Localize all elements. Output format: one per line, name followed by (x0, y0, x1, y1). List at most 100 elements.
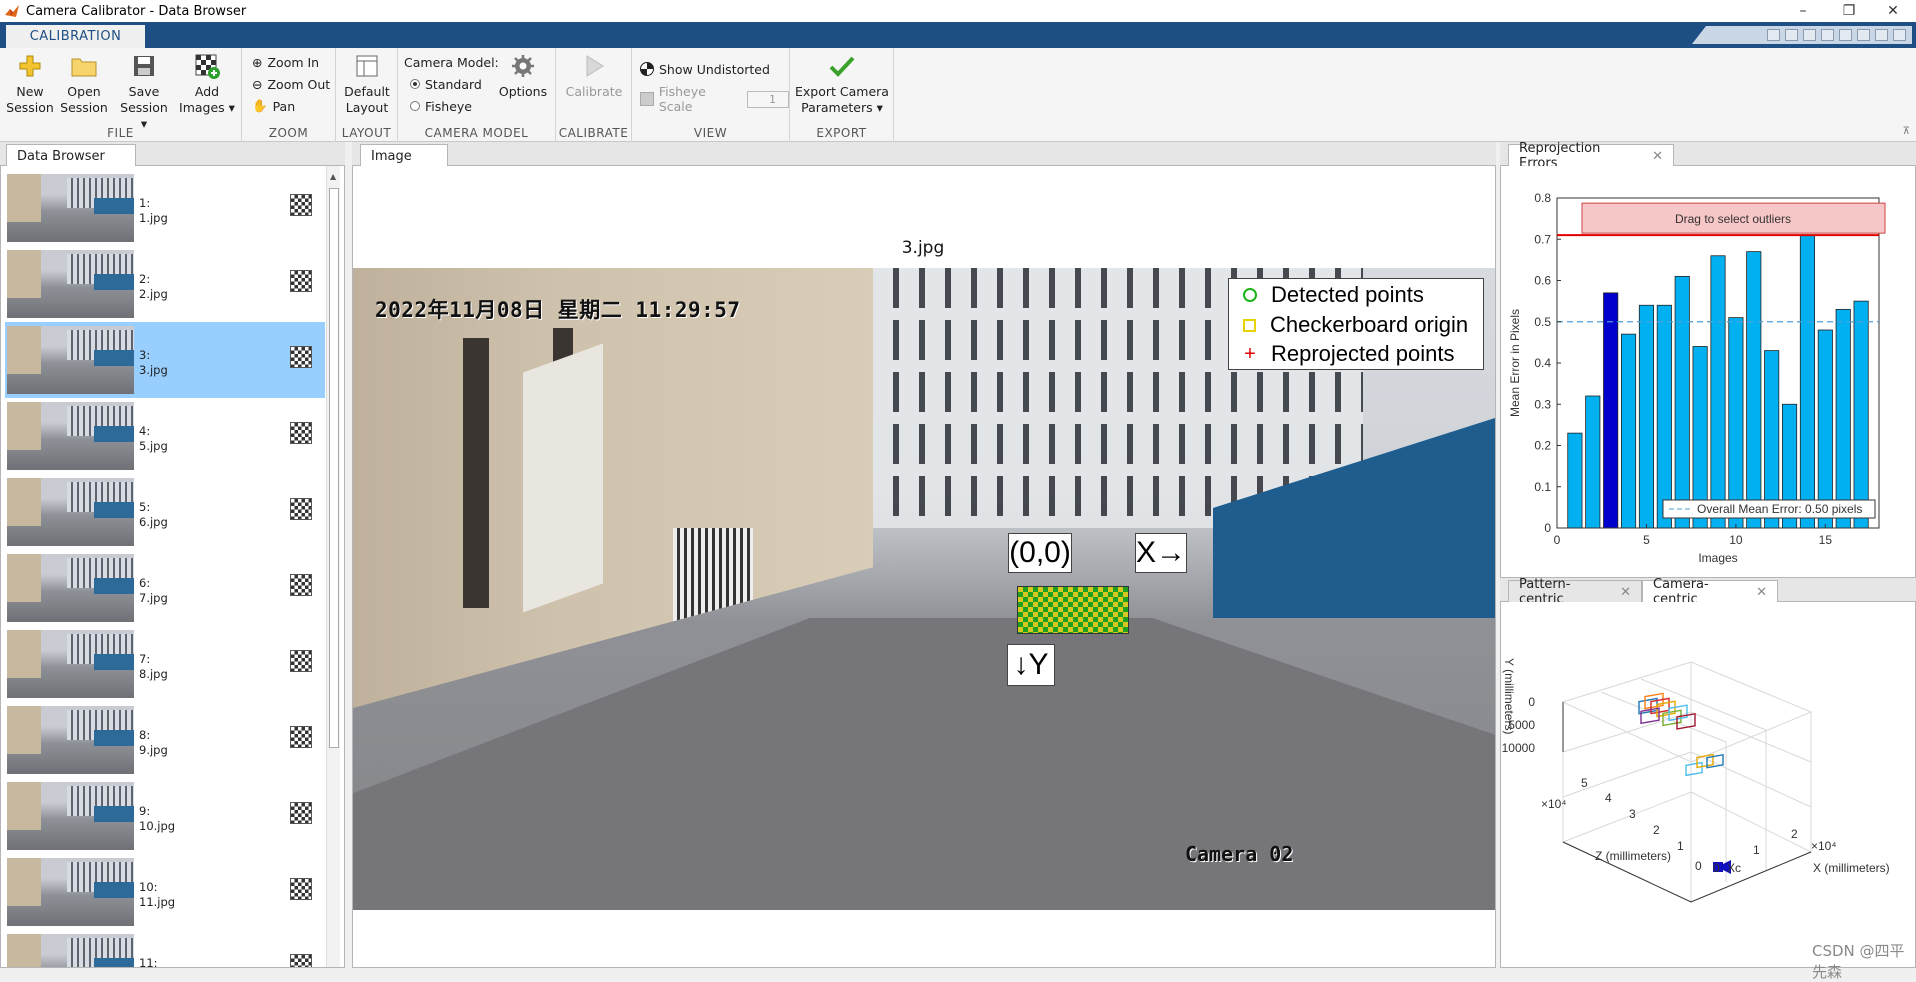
close-window-button[interactable]: ✕ (1870, 0, 1916, 22)
scroll-up-icon[interactable]: ▲ (330, 172, 336, 181)
image-thumbnail (7, 554, 134, 622)
matlab-logo-icon (5, 5, 19, 17)
chart-bar[interactable] (1817, 329, 1833, 529)
list-item[interactable]: 1: 1.jpg (5, 170, 325, 246)
tab-reprojection-errors[interactable]: Reprojection Errors ✕ (1508, 141, 1674, 171)
default-layout-button[interactable]: Default Layout (340, 52, 394, 116)
section-camera-model: Camera Model: Standard Fisheye Options C… (398, 48, 556, 142)
undo-icon[interactable] (1839, 29, 1852, 41)
list-item[interactable]: 2: 2.jpg (5, 246, 325, 322)
chart-bar[interactable] (1603, 292, 1619, 529)
chart-bar[interactable] (1674, 275, 1690, 529)
x-tick-label: 10 (1729, 533, 1743, 547)
paste-icon[interactable] (1821, 29, 1834, 41)
fisheye-radio[interactable]: Fisheye (410, 97, 472, 115)
list-item[interactable]: 9: 10.jpg (5, 778, 325, 854)
list-item[interactable]: 11: (5, 930, 325, 967)
export-parameters-button[interactable]: Export Camera Parameters ▾ (794, 52, 890, 116)
list-item-number: 5: (139, 500, 151, 514)
close-tab-icon[interactable]: ✕ (1620, 585, 1631, 600)
tab-pattern-centric[interactable]: Pattern-centric ✕ (1508, 577, 1642, 607)
help-icon[interactable] (1893, 29, 1906, 41)
chart-bar[interactable] (1746, 251, 1762, 529)
list-item[interactable]: 5: 6.jpg (5, 474, 325, 550)
radio-standard-icon (410, 79, 420, 89)
chart-bar[interactable] (1853, 300, 1869, 529)
zoom-in-button[interactable]: ⊕ Zoom In (252, 53, 319, 71)
camera-centric-3d-plot[interactable]: Xc 0 5000 10000 Y (millimeters) ×10⁴ 5 4… (1501, 602, 1915, 966)
y-tick-label: 0.7 (1534, 232, 1551, 246)
section-calibrate: Calibrate CALIBRATE (556, 48, 632, 142)
x-tick: 2 (1791, 827, 1798, 841)
list-item[interactable]: 6: 7.jpg (5, 550, 325, 626)
redo-icon[interactable] (1857, 29, 1870, 41)
calibrate-button[interactable]: Calibrate (562, 52, 626, 100)
ribbon: New Session Open Session Save Session ▾ … (0, 48, 1916, 142)
scrollbar-thumb[interactable] (329, 188, 339, 748)
plot-axes (1562, 702, 1812, 903)
standard-radio[interactable]: Standard (410, 75, 482, 93)
restore-button[interactable]: ❐ (1826, 0, 1872, 22)
minimize-button[interactable]: – (1780, 0, 1826, 22)
close-tab-icon[interactable]: ✕ (1756, 585, 1767, 600)
image-title: 3.jpg (901, 238, 945, 258)
chart-bar[interactable] (1621, 333, 1637, 529)
list-item-file: 8.jpg (139, 667, 168, 681)
save-icon[interactable] (1767, 29, 1780, 41)
zoom-in-icon: ⊕ (252, 54, 263, 70)
open-label-1: Open (67, 84, 101, 99)
chart-bar[interactable] (1835, 308, 1851, 529)
list-item-label: 10: 11.jpg (139, 880, 175, 910)
tab-image[interactable]: Image (360, 144, 448, 167)
chart-bar[interactable] (1799, 234, 1815, 529)
cut-icon[interactable] (1785, 29, 1798, 41)
list-item[interactable]: 8: 9.jpg (5, 702, 325, 778)
z-tick: 2 (1653, 823, 1660, 837)
list-item[interactable]: 3: 3.jpg (5, 322, 325, 398)
save-session-button[interactable]: Save Session ▾ (116, 52, 172, 132)
list-item-label: 7: 8.jpg (139, 652, 168, 682)
list-item[interactable]: 7: 8.jpg (5, 626, 325, 702)
list-item-label: 3: 3.jpg (139, 348, 168, 378)
open-session-button[interactable]: Open Session (60, 52, 108, 116)
switch-windows-icon[interactable] (1875, 29, 1888, 41)
y-tick-label: 0.5 (1534, 315, 1551, 329)
data-browser-list: ▲ 1: 1.jpg 2: 2.jpg 3: 3.jpg 4: 5.jpg 5: 6.jpg 6: 7… (0, 166, 345, 968)
tab-calibration[interactable]: CALIBRATION (6, 25, 145, 48)
collapse-ribbon-icon[interactable]: ⊼ (1903, 126, 1910, 137)
section-layout: Default Layout LAYOUT (336, 48, 398, 142)
fisheye-scale-control[interactable]: Fisheye Scale 1 (640, 84, 789, 114)
pan-button[interactable]: ✋ Pan (252, 97, 295, 115)
zoom-out-button[interactable]: ⊖ Zoom Out (252, 75, 330, 93)
section-zoom-label: ZOOM (268, 126, 309, 140)
fisheye-scale-input[interactable]: 1 (747, 90, 789, 108)
chart-bar[interactable] (1585, 395, 1601, 529)
tab-camera-centric[interactable]: Camera-centric ✕ (1642, 577, 1778, 607)
chart-bar[interactable] (1656, 304, 1672, 529)
camera-axis-label: Xc (1727, 861, 1741, 875)
chart-bar[interactable] (1638, 304, 1655, 529)
browser-scrollbar[interactable]: ▲ (326, 166, 340, 967)
add-images-button[interactable]: Add Images ▾ (178, 52, 236, 116)
list-item[interactable]: 10: 11.jpg (5, 854, 325, 930)
options-label: Options (498, 84, 548, 99)
list-item[interactable]: 4: 5.jpg (5, 398, 325, 474)
new-session-button[interactable]: New Session (6, 52, 54, 116)
tab-data-browser[interactable]: Data Browser (6, 144, 136, 167)
y-tick-label: 0.6 (1534, 274, 1551, 288)
checkerboard-icon (290, 194, 312, 216)
calibrate-label: Calibrate (565, 84, 623, 99)
fisheye-label: Fisheye (425, 98, 472, 114)
x-tick-label: 0 (1554, 533, 1561, 547)
options-button[interactable]: Options (498, 52, 548, 100)
chart-bar[interactable] (1567, 432, 1583, 529)
quick-access-toolbar (1692, 26, 1912, 44)
show-undistorted-toggle[interactable]: Show Undistorted (640, 60, 770, 78)
copy-icon[interactable] (1803, 29, 1816, 41)
reprojection-bar-chart[interactable]: Drag to select outliers 0 0.1 0.2 0.3 0.4 0.5 0… (1501, 166, 1915, 576)
chart-bar[interactable] (1728, 317, 1744, 529)
calibration-photo[interactable]: 2022年11月08日 星期二 11:29:57 Camera 02 (0,0)… (353, 268, 1495, 910)
close-tab-icon[interactable]: ✕ (1652, 149, 1663, 164)
chart-bar[interactable] (1710, 255, 1726, 529)
mean-legend-label: Overall Mean Error: 0.50 pixels (1697, 502, 1862, 516)
